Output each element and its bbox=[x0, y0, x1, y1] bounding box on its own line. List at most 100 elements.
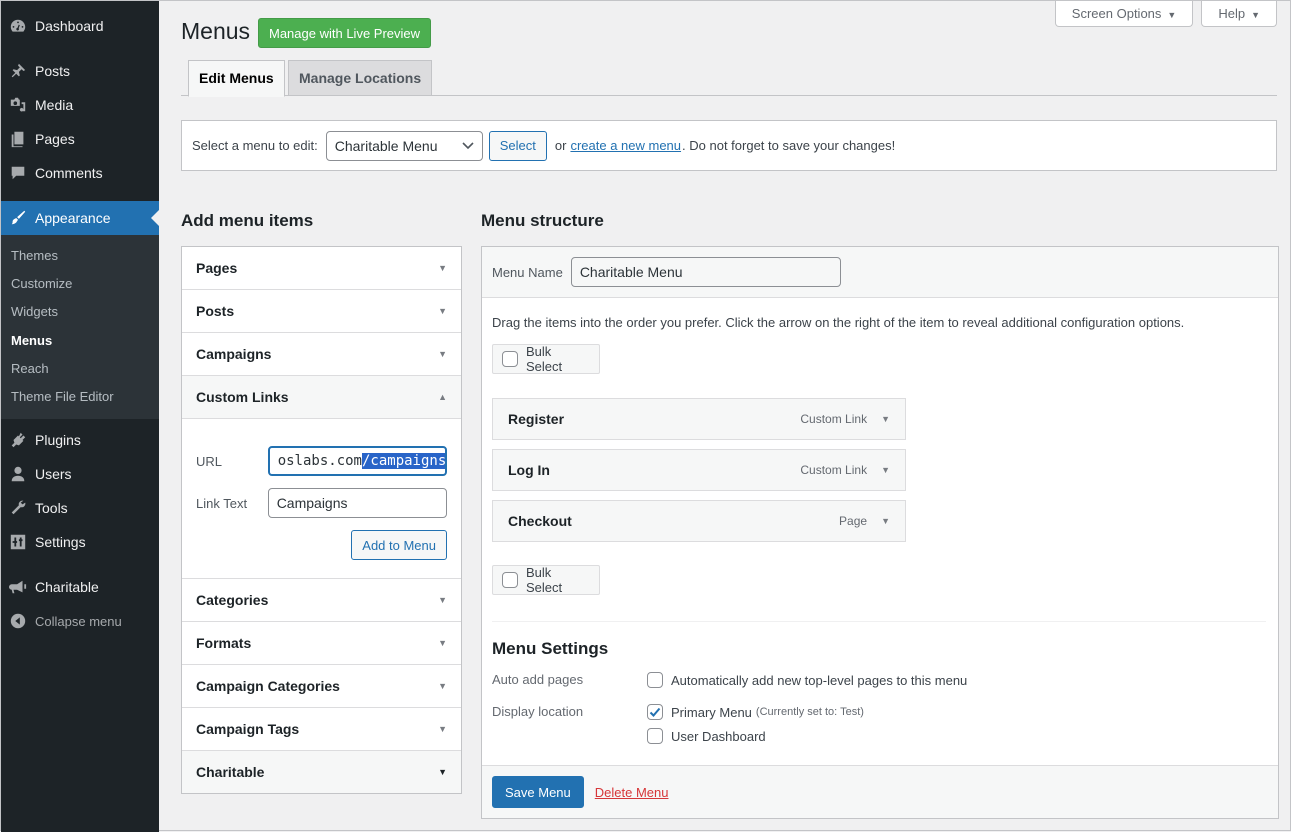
caret-down-icon: ▼ bbox=[438, 767, 447, 777]
menu-footer: Save Menu Delete Menu bbox=[482, 765, 1278, 818]
menu-settings-heading: Menu Settings bbox=[492, 639, 609, 658]
menu-name-row: Menu Name Charitable Menu bbox=[482, 247, 1278, 298]
wrench-icon bbox=[8, 498, 28, 518]
url-label: URL bbox=[196, 453, 223, 469]
megaphone-icon bbox=[8, 577, 28, 597]
admin-sidebar: Dashboard Posts Media Pages Comments App… bbox=[1, 1, 159, 832]
accordion-toggle-campaign-tags[interactable]: Campaign Tags ▼ bbox=[182, 708, 461, 750]
auto-add-option[interactable]: Automatically add new top-level pages to… bbox=[647, 672, 967, 688]
add-menu-items-heading: Add menu items bbox=[181, 211, 314, 230]
accordion-section-categories: Categories ▼ bbox=[182, 579, 461, 622]
nav-tabs: Edit Menus Manage Locations bbox=[181, 60, 1277, 97]
sidebar-item-posts[interactable]: Posts bbox=[1, 54, 159, 88]
create-new-menu-link[interactable]: create a new menu bbox=[570, 138, 681, 153]
chevron-down-icon bbox=[462, 141, 474, 149]
sidebar-item-pages[interactable]: Pages bbox=[1, 122, 159, 156]
sidebar-item-tools[interactable]: Tools bbox=[1, 491, 159, 525]
custom-links-panel: URL oslabs.com/campaigns/ Link Text Camp… bbox=[182, 418, 461, 578]
accordion-section-campaign-tags: Campaign Tags ▼ bbox=[182, 708, 461, 751]
bulk-select-top[interactable]: Bulk Select bbox=[492, 344, 600, 374]
item-edit-toggle-icon[interactable]: ▼ bbox=[881, 414, 890, 424]
caret-down-icon: ▼ bbox=[438, 349, 447, 359]
display-location-label: Display location bbox=[492, 704, 584, 719]
save-menu-button[interactable]: Save Menu bbox=[492, 776, 584, 808]
plugin-icon bbox=[8, 430, 28, 450]
screen-options-button[interactable]: Screen Options ▼ bbox=[1054, 1, 1194, 27]
pin-icon bbox=[8, 61, 28, 81]
collapse-icon bbox=[8, 611, 28, 631]
help-button[interactable]: Help ▼ bbox=[1201, 1, 1277, 27]
live-preview-button[interactable]: Manage with Live Preview bbox=[258, 18, 432, 48]
menu-name-input[interactable]: Charitable Menu bbox=[570, 257, 841, 287]
settings-icon bbox=[8, 532, 28, 552]
sidebar-item-comments[interactable]: Comments bbox=[1, 156, 159, 190]
caret-down-icon: ▼ bbox=[438, 263, 447, 273]
delete-menu-link[interactable]: Delete Menu bbox=[595, 785, 669, 800]
menu-edit-panel: Menu Name Charitable Menu Drag the items… bbox=[481, 246, 1279, 819]
collapse-menu-button[interactable]: Collapse menu bbox=[1, 604, 159, 638]
menu-name-label: Menu Name bbox=[492, 264, 563, 280]
accordion-toggle-custom-links[interactable]: Custom Links ▲ bbox=[182, 376, 461, 418]
caret-up-icon: ▲ bbox=[438, 392, 447, 402]
caret-down-icon: ▼ bbox=[1167, 10, 1177, 20]
select-button[interactable]: Select bbox=[488, 130, 547, 161]
tab-edit-menus[interactable]: Edit Menus bbox=[188, 60, 285, 97]
sidebar-item-media[interactable]: Media bbox=[1, 88, 159, 122]
submenu-reach[interactable]: Reach bbox=[1, 355, 159, 383]
sidebar-item-plugins[interactable]: Plugins bbox=[1, 423, 159, 457]
accordion-section-charitable: Charitable ▼ bbox=[182, 751, 461, 793]
link-text-input[interactable]: Campaigns bbox=[267, 488, 447, 518]
item-edit-toggle-icon[interactable]: ▼ bbox=[881, 465, 890, 475]
link-text-label: Link Text bbox=[196, 495, 248, 511]
bulk-select-checkbox[interactable] bbox=[502, 351, 518, 367]
user-dashboard-checkbox[interactable] bbox=[647, 728, 663, 744]
sidebar-item-appearance[interactable]: Appearance bbox=[1, 201, 159, 235]
menu-structure-heading: Menu structure bbox=[481, 211, 604, 230]
primary-menu-checkbox[interactable] bbox=[647, 704, 663, 720]
sidebar-item-users[interactable]: Users bbox=[1, 457, 159, 491]
submenu-themes[interactable]: Themes bbox=[1, 242, 159, 270]
menu-item[interactable]: Log In Custom Link ▼ bbox=[492, 449, 906, 491]
caret-down-icon: ▼ bbox=[438, 638, 447, 648]
accordion-toggle-formats[interactable]: Formats ▼ bbox=[182, 622, 461, 664]
accordion-toggle-categories[interactable]: Categories ▼ bbox=[182, 579, 461, 621]
submenu-widgets[interactable]: Widgets bbox=[1, 298, 159, 326]
accordion-section-posts: Posts ▼ bbox=[182, 290, 461, 333]
accordion-toggle-pages[interactable]: Pages ▼ bbox=[182, 247, 461, 289]
submenu-customize[interactable]: Customize bbox=[1, 270, 159, 298]
location-user-dashboard[interactable]: User Dashboard bbox=[647, 728, 766, 744]
auto-add-label: Auto add pages bbox=[492, 672, 584, 687]
submenu-theme-file-editor[interactable]: Theme File Editor bbox=[1, 383, 159, 411]
accordion-toggle-campaign-categories[interactable]: Campaign Categories ▼ bbox=[182, 665, 461, 707]
select-menu-label: Select a menu to edit: bbox=[192, 138, 318, 153]
menu-item[interactable]: Checkout Page ▼ bbox=[492, 500, 906, 542]
accordion-section-custom-links: Custom Links ▲ URL oslabs.com/campaigns/ … bbox=[182, 376, 461, 579]
location-primary-menu[interactable]: Primary Menu (Currently set to: Test) bbox=[647, 704, 864, 720]
paintbrush-icon bbox=[8, 208, 28, 228]
submenu-menus[interactable]: Menus bbox=[1, 327, 159, 355]
bulk-select-checkbox[interactable] bbox=[502, 572, 518, 588]
sidebar-item-settings[interactable]: Settings bbox=[1, 525, 159, 559]
appearance-submenu: Themes Customize Widgets Menus Reach The… bbox=[1, 235, 159, 420]
drag-instructions: Drag the items into the order you prefer… bbox=[492, 315, 1185, 330]
accordion-section-campaign-categories: Campaign Categories ▼ bbox=[182, 665, 461, 708]
accordion-toggle-campaigns[interactable]: Campaigns ▼ bbox=[182, 333, 461, 375]
add-to-menu-button[interactable]: Add to Menu bbox=[351, 530, 447, 560]
bulk-select-bottom[interactable]: Bulk Select bbox=[492, 565, 600, 595]
caret-down-icon: ▼ bbox=[438, 306, 447, 316]
tab-manage-locations[interactable]: Manage Locations bbox=[288, 60, 433, 96]
item-edit-toggle-icon[interactable]: ▼ bbox=[881, 516, 890, 526]
auto-add-checkbox[interactable] bbox=[647, 672, 663, 688]
url-input[interactable]: oslabs.com/campaigns/ bbox=[267, 446, 447, 476]
user-icon bbox=[8, 464, 28, 484]
sidebar-item-charitable[interactable]: Charitable bbox=[1, 570, 159, 604]
accordion-toggle-posts[interactable]: Posts ▼ bbox=[182, 290, 461, 332]
caret-down-icon: ▼ bbox=[438, 681, 447, 691]
menu-select[interactable]: Charitable Menu bbox=[325, 130, 483, 161]
accordion-toggle-charitable[interactable]: Charitable ▼ bbox=[182, 751, 461, 793]
divider bbox=[492, 621, 1266, 622]
sidebar-item-dashboard[interactable]: Dashboard bbox=[1, 9, 159, 43]
menu-item[interactable]: Register Custom Link ▼ bbox=[492, 398, 906, 440]
url-selected-text: /campaigns/ bbox=[361, 453, 445, 469]
accordion-section-campaigns: Campaigns ▼ bbox=[182, 333, 461, 376]
